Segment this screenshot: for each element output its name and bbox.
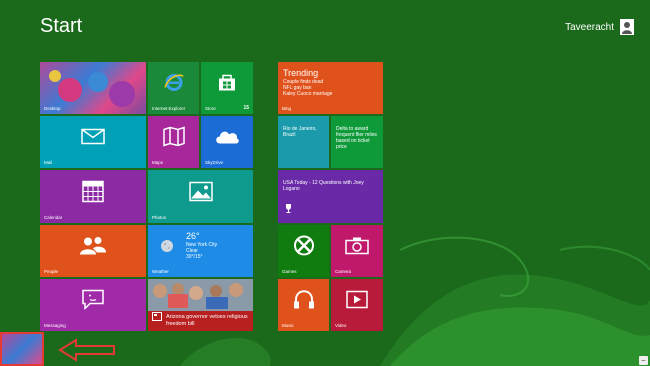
bing-title: Trending (283, 68, 319, 78)
tile-people[interactable]: People (40, 225, 146, 277)
user-account[interactable]: Taveeracht (565, 19, 634, 35)
tile-bing[interactable]: Trending Couple finds dead NFL gay ban K… (278, 62, 383, 114)
finance-text: Delta to award frequent flier miles base… (336, 126, 377, 150)
tile-calendar[interactable]: Calendar (40, 170, 146, 223)
tile-label: Maps (152, 160, 164, 165)
tile-label: Weather (152, 269, 169, 274)
tile-label: People (44, 269, 59, 274)
xbox-icon (293, 235, 315, 262)
store-icon (217, 74, 237, 97)
ie-icon (163, 72, 185, 99)
tile-camera[interactable]: Camera (331, 225, 383, 277)
tile-label: Camera (335, 269, 352, 274)
tile-desktop[interactable]: Desktop (40, 62, 146, 114)
moon-icon (160, 239, 174, 258)
tile-label: Bing (282, 106, 292, 111)
tile-internet-explorer[interactable]: Internet Explorer (148, 62, 199, 114)
tile-store[interactable]: Store 15 (201, 62, 253, 114)
news-headline: Arizona governor vetoes religious freedo… (166, 314, 248, 327)
bing-item: Kaley Cuoco marriage (283, 91, 333, 97)
start-title: Start (40, 15, 83, 37)
tile-label: Messaging (44, 323, 66, 328)
tile-photos[interactable]: Photos (148, 170, 253, 223)
tile-weather[interactable]: 26° New York City Clear 30°/15° Weather (148, 225, 253, 277)
sports-text: USA Today - 12 Questions with Joey Logan… (283, 180, 364, 192)
tile-music[interactable]: Music (278, 279, 329, 331)
tile-messaging[interactable]: Messaging (40, 279, 146, 331)
tile-label: Calendar (44, 215, 63, 220)
map-icon (162, 126, 185, 152)
camera-icon (345, 237, 369, 260)
tile-games[interactable]: Games (278, 225, 329, 277)
tile-label: Video (335, 323, 347, 328)
cloud-icon (214, 129, 240, 150)
tile-label: Photos (152, 215, 167, 220)
zoom-toggle-button[interactable]: – (639, 356, 648, 365)
photo-icon (188, 181, 213, 206)
trophy-icon (284, 200, 293, 218)
tile-travel[interactable]: Rio de Janeiro, Brazil (278, 116, 329, 168)
news-icon (152, 308, 162, 326)
people-icon (79, 236, 107, 261)
arrow-left-icon (58, 338, 115, 362)
tile-finance[interactable]: Delta to award frequent flier miles base… (331, 116, 383, 168)
tile-label: SkyDrive (205, 160, 224, 165)
play-icon (346, 291, 368, 314)
travel-text: Rio de Janeiro, Brazil (283, 126, 317, 138)
tile-sports[interactable]: USA Today - 12 Questions with Joey Logan… (278, 170, 383, 223)
calendar-icon (82, 180, 104, 207)
desktop-thumbnail-hotcorner[interactable] (0, 332, 44, 366)
chat-icon (82, 290, 104, 315)
tile-mail[interactable]: Mail (40, 116, 146, 168)
user-avatar-icon (620, 19, 634, 35)
tile-label: Mail (44, 160, 53, 165)
weather-range: 30°/15° (186, 254, 203, 260)
tile-maps[interactable]: Maps (148, 116, 199, 168)
weather-temp: 26° (186, 231, 200, 241)
tile-label: Music (282, 323, 294, 328)
tile-label: Games (282, 269, 297, 274)
store-badge: 15 (243, 105, 249, 111)
tile-label: Internet Explorer (152, 106, 186, 111)
tile-label: Store (205, 106, 216, 111)
tile-video[interactable]: Video (331, 279, 383, 331)
tile-skydrive[interactable]: SkyDrive (201, 116, 253, 168)
user-name: Taveeracht (565, 21, 614, 33)
headphones-icon (293, 290, 315, 315)
tile-news[interactable]: Arizona governor vetoes religious freedo… (148, 279, 253, 331)
tile-label: Desktop (44, 106, 61, 111)
mail-icon (81, 129, 105, 150)
